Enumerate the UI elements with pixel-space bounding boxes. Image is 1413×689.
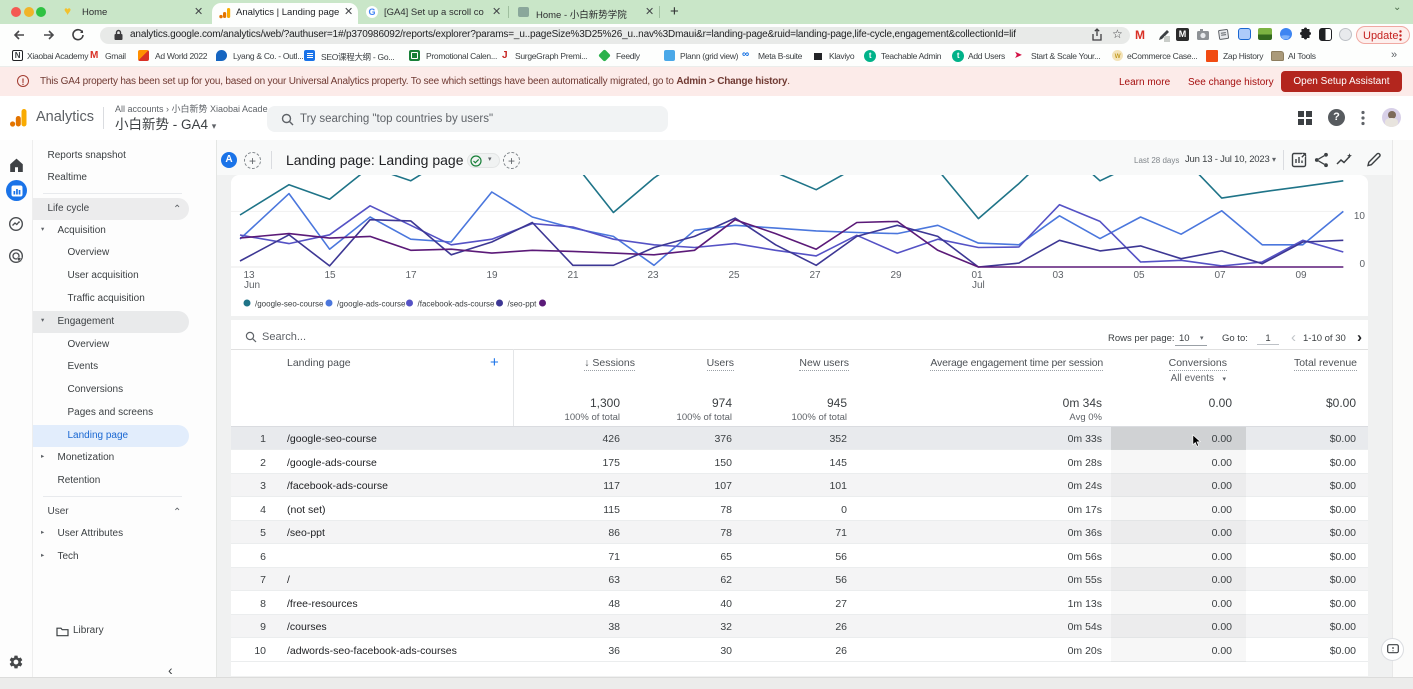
svg-text:17: 17 xyxy=(405,270,417,281)
svg-text:07: 07 xyxy=(1214,270,1226,281)
svg-text:29: 29 xyxy=(890,270,902,281)
svg-text:23: 23 xyxy=(647,270,659,281)
svg-text:25: 25 xyxy=(728,270,740,281)
svg-text:/google-ads-course: /google-ads-course xyxy=(337,300,406,309)
svg-text:/seo-ppt: /seo-ppt xyxy=(508,300,538,309)
svg-text:03: 03 xyxy=(1052,270,1064,281)
svg-text:10: 10 xyxy=(1354,211,1366,222)
svg-text:19: 19 xyxy=(486,270,498,281)
svg-text:15: 15 xyxy=(324,270,336,281)
svg-text:27: 27 xyxy=(809,270,821,281)
svg-text:/google-seo-course: /google-seo-course xyxy=(255,300,324,309)
svg-text:05: 05 xyxy=(1133,270,1145,281)
svg-text:0: 0 xyxy=(1359,259,1365,270)
svg-text:21: 21 xyxy=(567,270,579,281)
svg-text:/facebook-ads-course: /facebook-ads-course xyxy=(418,300,495,309)
svg-text:Jun: Jun xyxy=(244,280,260,291)
svg-text:09: 09 xyxy=(1295,270,1307,281)
svg-text:Jul: Jul xyxy=(972,280,985,291)
